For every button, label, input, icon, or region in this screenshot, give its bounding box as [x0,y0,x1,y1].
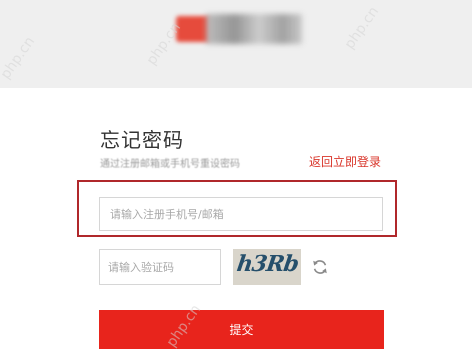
page-title: 忘记密码 [100,128,184,152]
header-band [0,0,472,88]
captcha-code: h3Rb [235,251,300,277]
submit-button[interactable]: 提交 [99,310,384,349]
logo-blurred-text [206,14,302,44]
captcha-input[interactable] [99,249,221,285]
account-input[interactable] [99,197,383,231]
refresh-icon[interactable] [311,258,329,276]
back-to-login-link[interactable]: 返回立即登录 [309,153,381,170]
site-logo[interactable] [176,10,302,48]
page-subtitle: 通过注册邮箱或手机号重设密码 [100,159,240,170]
captcha-image[interactable]: h3Rb [233,249,301,285]
